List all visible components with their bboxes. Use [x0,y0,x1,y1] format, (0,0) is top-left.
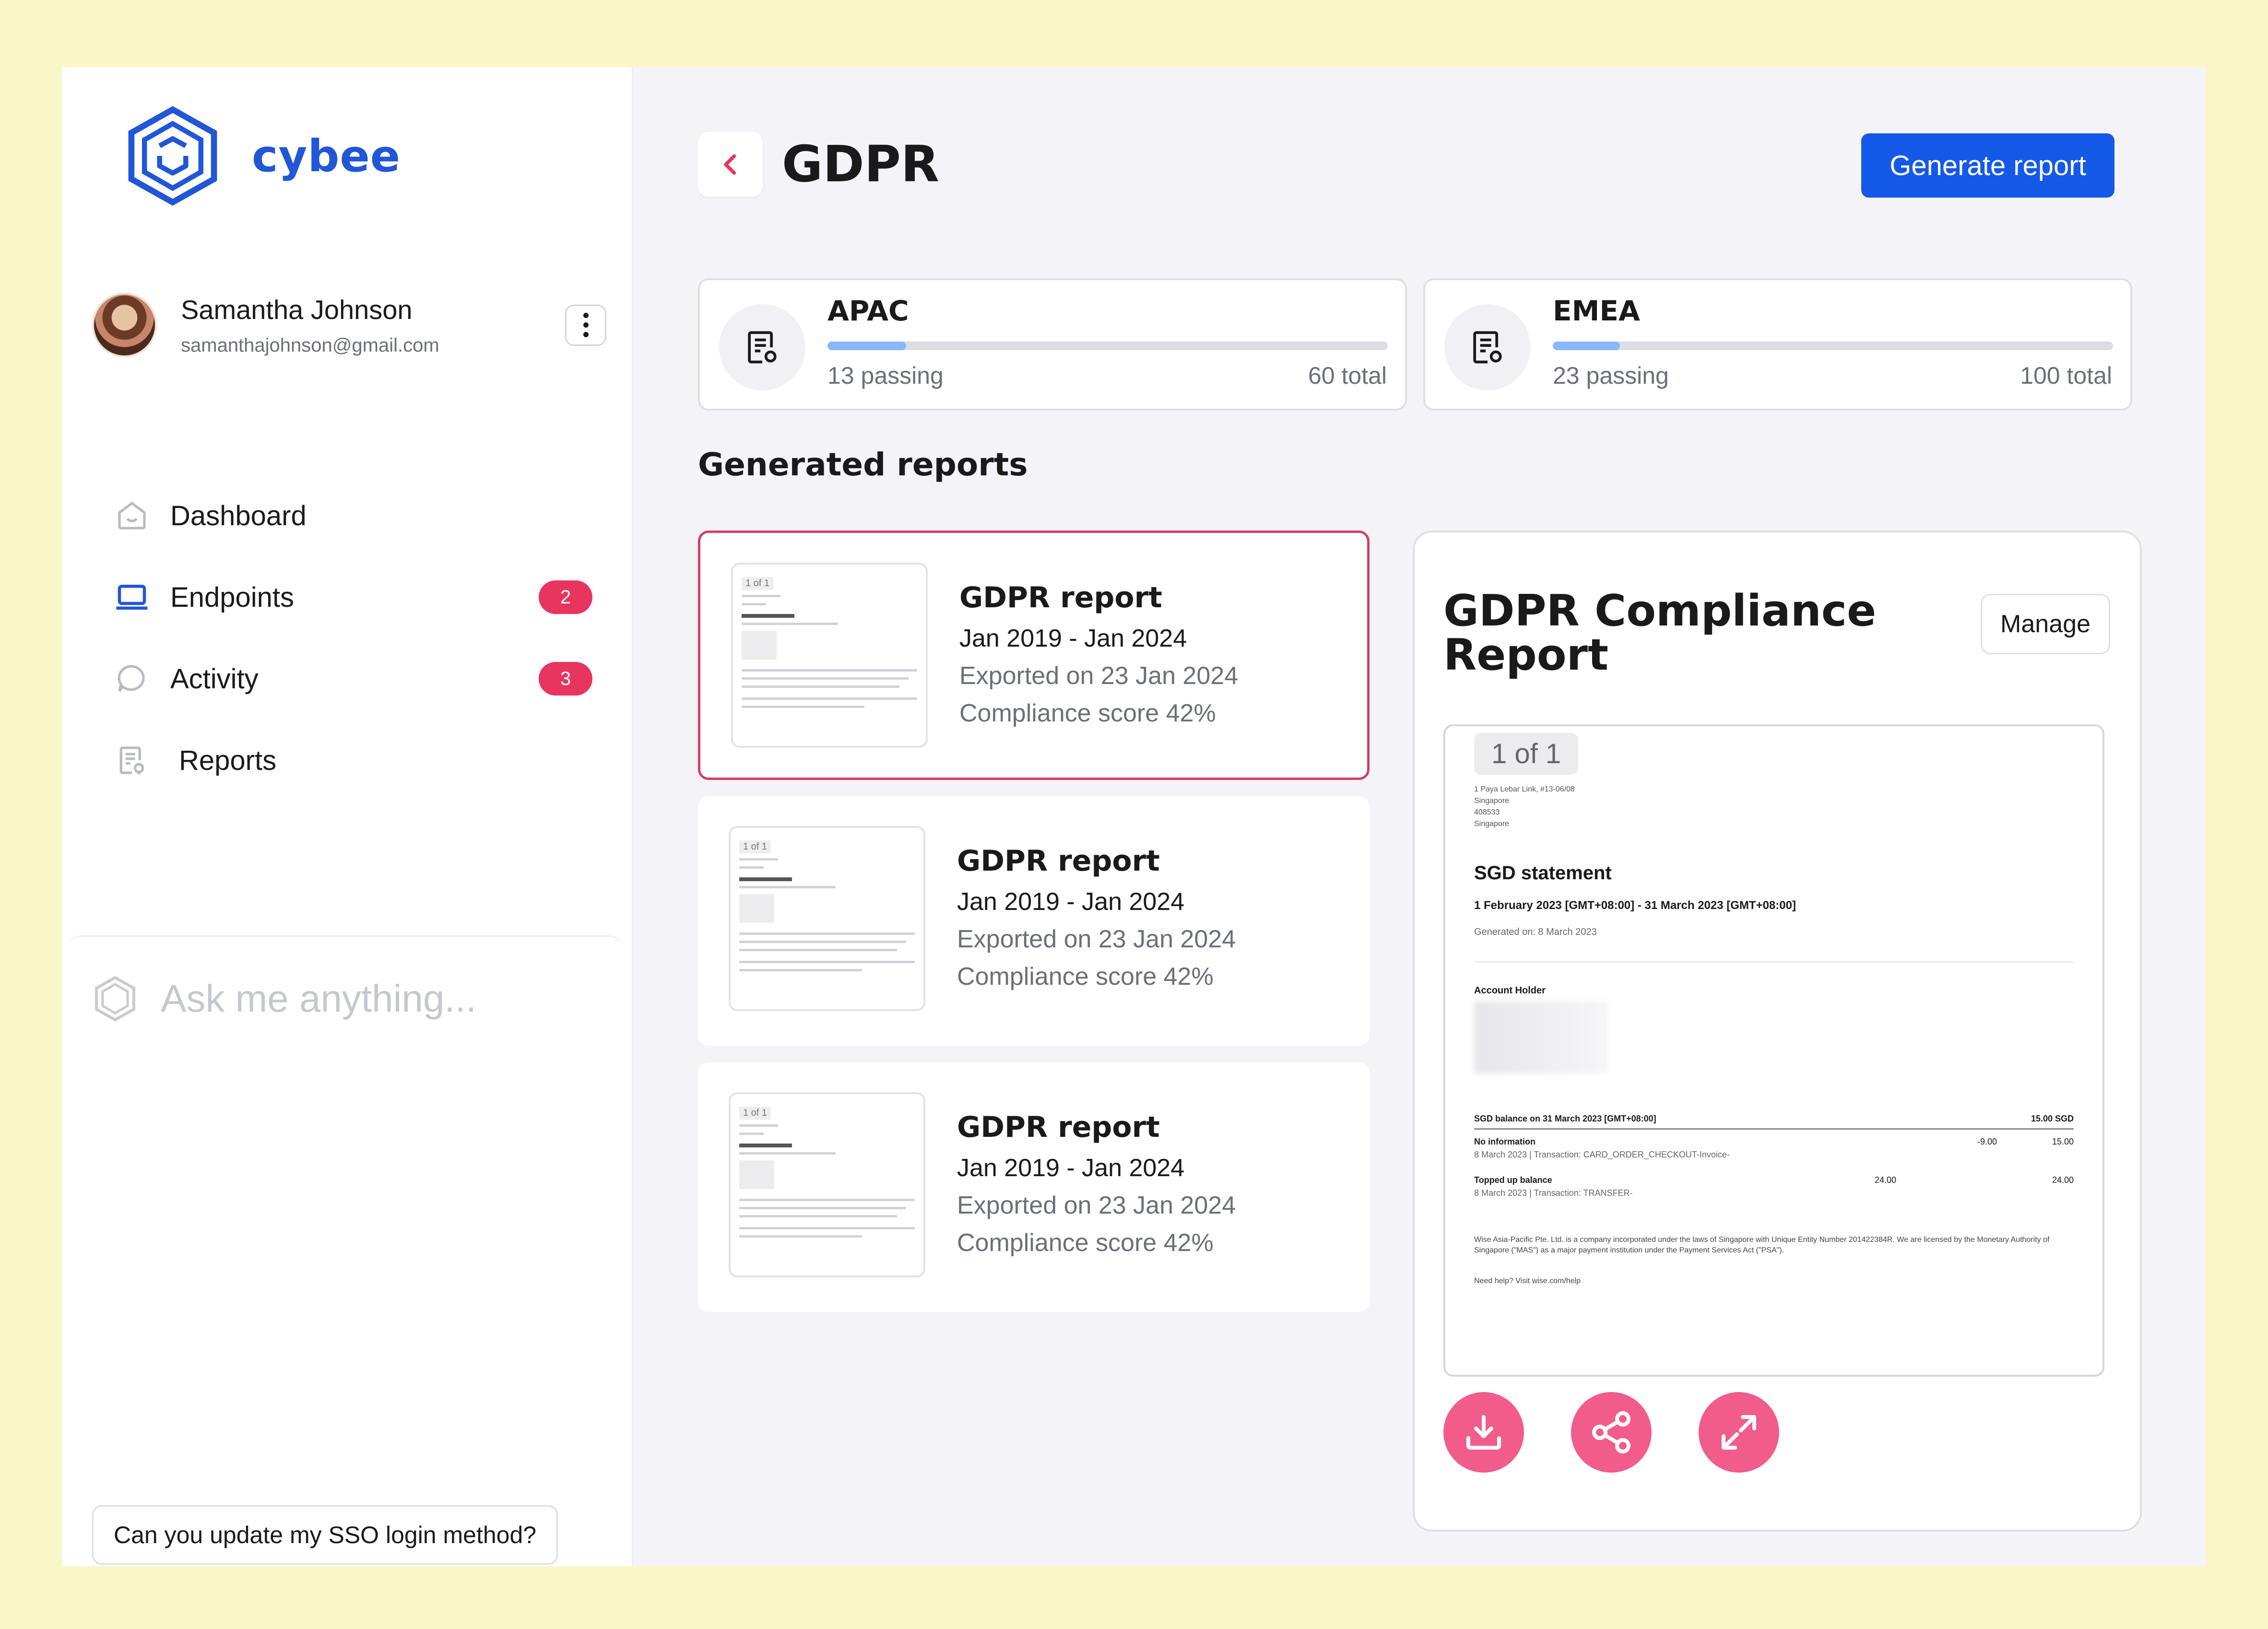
region-progress-bar [1553,342,2113,350]
sidebar-item-endpoints[interactable]: Endpoints 2 [113,556,645,638]
report-icon [719,304,805,390]
user-profile: Samantha Johnson samanthajohnson@gmail.c… [92,293,620,357]
sidebar-item-dashboard[interactable]: Dashboard [113,475,645,556]
generate-report-button[interactable]: Generate report [1861,133,2114,198]
kebab-menu-icon[interactable] [565,304,606,346]
document-help: Need help? Visit wise.com/help [1474,1277,1581,1285]
transaction-row: No information 8 March 2023 | Transactio… [1474,1137,2074,1159]
suggestion-chip[interactable]: Can you update my SSO login method? [92,1505,558,1565]
sidebar-item-label: Reports [179,744,277,776]
main-content: GDPR Generate report APAC 13 passing 60 … [633,67,2206,1566]
thumbnail-page-indicator: 1 of 1 [739,840,771,853]
document-generated-date: Generated on: 8 March 2023 [1474,927,1597,937]
report-thumbnail: 1 of 1 [729,1092,925,1277]
avatar[interactable] [92,293,157,357]
user-email: samanthajohnson@gmail.com [181,334,439,356]
expand-icon [1722,1415,1756,1450]
report-title: GDPR report [959,581,1162,614]
report-compliance-score: Compliance score 42% [959,699,1216,727]
document-footer: Wise Asia-Pacific Pte. Ltd. is a company… [1474,1236,2050,1254]
report-range: Jan 2019 - Jan 2024 [957,1154,1185,1182]
balance-value: 15.00 SGD [2031,1114,2074,1123]
report-range: Jan 2019 - Jan 2024 [959,625,1187,652]
region-total: 100 total [2020,362,2112,389]
report-card[interactable]: 1 of 1 GDPR report Jan 2019 - Jan 2024 E… [698,531,1370,780]
region-passing: 13 passing [827,362,944,389]
brand-logo[interactable]: cybee [122,106,401,206]
report-exported-date: Exported on 23 Jan 2024 [957,925,1236,953]
user-name: Samantha Johnson [181,294,413,325]
region-total: 60 total [1308,362,1387,389]
sidebar-nav: Dashboard Endpoints 2 Activity 3 Reports [113,475,645,801]
divider [1474,1128,2074,1130]
laptop-icon [113,578,151,616]
document-heading: SGD statement [1474,862,1612,884]
progress-fill [1553,342,1620,350]
report-title: GDPR report [957,1110,1160,1144]
redacted-block [1474,1002,1608,1074]
region-card-emea[interactable]: EMEA 23 passing 100 total [1423,278,2132,411]
expand-button[interactable] [1699,1392,1779,1473]
report-preview-panel: GDPR Compliance Report Manage 1 of 1 1 P… [1413,531,2142,1532]
report-thumbnail: 1 of 1 [731,563,928,748]
brand-name: cybee [252,130,401,182]
document-preview[interactable]: 1 of 1 1 Paya Lebar Link, #13-06/08 Sing… [1443,724,2104,1377]
report-title: GDPR report [957,844,1160,878]
balance-label: SGD balance on 31 March 2023 [GMT+08:00] [1474,1114,1656,1123]
region-progress-bar [827,342,1388,350]
report-compliance-score: Compliance score 42% [957,1229,1214,1257]
region-name: APAC [827,295,909,327]
report-exported-date: Exported on 23 Jan 2024 [957,1192,1236,1219]
report-exported-date: Exported on 23 Jan 2024 [959,662,1239,690]
progress-fill [827,342,906,350]
manage-button[interactable]: Manage [1981,594,2110,654]
share-button[interactable] [1571,1392,1652,1473]
document-address: 1 Paya Lebar Link, #13-06/08 Singapore 4… [1474,785,1575,828]
report-icon [113,741,151,779]
assistant-input[interactable]: Ask me anything... [67,935,624,1060]
document-period: 1 February 2023 [GMT+08:00] - 31 March 2… [1474,899,1796,912]
page-indicator: 1 of 1 [1474,733,1579,775]
report-card[interactable]: 1 of 1 GDPR report Jan 2019 - Jan 2024 E… [698,796,1370,1046]
region-passing: 23 passing [1553,362,1669,389]
thumbnail-page-indicator: 1 of 1 [742,577,774,590]
thumbnail-page-indicator: 1 of 1 [739,1107,771,1120]
transaction-row: Topped up balance 8 March 2023 | Transac… [1474,1175,2074,1198]
balance-row: SGD balance on 31 March 2023 [GMT+08:00]… [1474,1114,2074,1124]
sidebar-item-reports[interactable]: Reports [113,720,645,801]
report-range: Jan 2019 - Jan 2024 [957,888,1185,916]
download-icon [1466,1415,1501,1450]
app-window: cybee Samantha Johnson samanthajohnson@g… [62,67,2206,1566]
sidebar: cybee Samantha Johnson samanthajohnson@g… [62,67,633,1566]
sidebar-item-label: Dashboard [170,500,307,531]
notification-badge: 3 [539,662,592,696]
region-name: EMEA [1553,295,1640,327]
report-icon [1444,304,1531,390]
back-button[interactable] [698,132,763,197]
assistant-placeholder: Ask me anything... [161,977,477,1020]
sidebar-item-label: Endpoints [170,581,294,613]
download-button[interactable] [1443,1392,1524,1473]
report-compliance-score: Compliance score 42% [957,963,1214,991]
home-icon [113,496,151,535]
report-card[interactable]: 1 of 1 GDPR report Jan 2019 - Jan 2024 E… [698,1062,1370,1312]
divider [1474,961,2074,963]
region-card-apac[interactable]: APAC 13 passing 60 total [698,278,1407,411]
preview-title: GDPR Compliance Report [1443,586,1877,680]
sidebar-item-label: Activity [170,663,259,695]
account-holder-label: Account Holder [1474,985,1546,996]
share-icon [1592,1411,1630,1453]
page-title: GDPR [782,135,939,193]
preview-actions [1443,1392,1779,1473]
cybee-logo-icon [128,106,217,206]
notification-badge: 2 [539,580,592,614]
chevron-left-icon [723,154,736,175]
report-thumbnail: 1 of 1 [729,826,925,1011]
assistant-logo-icon [95,976,135,1021]
sidebar-item-activity[interactable]: Activity 3 [113,638,645,720]
section-title: Generated reports [698,446,1028,483]
chat-bubble-icon [113,660,151,698]
